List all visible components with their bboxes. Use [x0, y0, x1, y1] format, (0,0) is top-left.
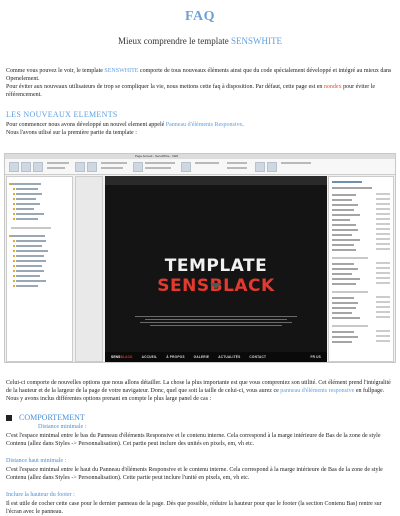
page-subtitle: Mieux comprendre le template SENSWHITE: [118, 36, 282, 46]
section-heading-elements: LES NOUVEAUX ELEMENTS: [6, 110, 118, 119]
distance-haut-label: Distance haut minimale :: [6, 458, 67, 464]
intro-paragraph: Comme vous pouvez le voir, le template S…: [6, 68, 392, 98]
hauteur-footer-label: Inclure la hauteur du footer :: [6, 492, 75, 498]
nav-item: À PROPOS: [166, 355, 185, 359]
language-switch: FR US: [310, 355, 321, 359]
panneau-responsive-link[interactable]: panneau d'éléments responsive: [280, 388, 354, 394]
nav-item: GALERIE: [193, 355, 210, 359]
nav-item: ACTUALITÉS: [218, 355, 241, 359]
elements-paragraph: Pour commencer nous avons développé un n…: [6, 122, 244, 136]
nav-item: ACCUEIL: [141, 355, 158, 359]
square-bullet-icon: [6, 414, 12, 421]
hauteur-footer-text: Il est utile de cocher cette case pour l…: [6, 501, 382, 515]
page-title: FAQ: [184, 9, 215, 24]
site-tree-panel: [6, 176, 73, 362]
preview-navbar: SENSBLACK ACCUEIL À PROPOS GALERIE ACTUA…: [105, 352, 327, 362]
editor-screenshot: Page Accueil - SensWhite - OE6 TEMPLATE …: [4, 153, 396, 363]
comportement-heading: COMPORTEMENT: [6, 413, 85, 422]
distance-haut-text: C'est l'espace minimal entre le haut du …: [6, 467, 383, 481]
description-paragraph: Celui-ci comporte de nouvelles options q…: [6, 380, 391, 402]
page-preview: TEMPLATE SENSBLACK SENSBLACK ACCUEIL À P…: [105, 176, 327, 362]
properties-panel: [328, 176, 394, 362]
nav-item: CONTACT: [249, 355, 267, 359]
hero-title: TEMPLATE SENSBLACK: [157, 256, 275, 296]
element-palette: [75, 176, 103, 362]
distance-minimale-text: C'est l'espace minimal entre le bas du P…: [6, 433, 381, 447]
nondex-word: nondex: [323, 84, 342, 90]
brand-name: SENSWHITE: [104, 68, 139, 74]
ribbon-toolbar: [5, 159, 395, 175]
arrow-down-icon: [210, 283, 222, 289]
distance-minimale-label: Distance minimale :: [38, 424, 87, 430]
preview-logo: SENSBLACK: [111, 355, 133, 359]
panneau-link[interactable]: Panneau d'éléments Responsive: [166, 122, 242, 128]
